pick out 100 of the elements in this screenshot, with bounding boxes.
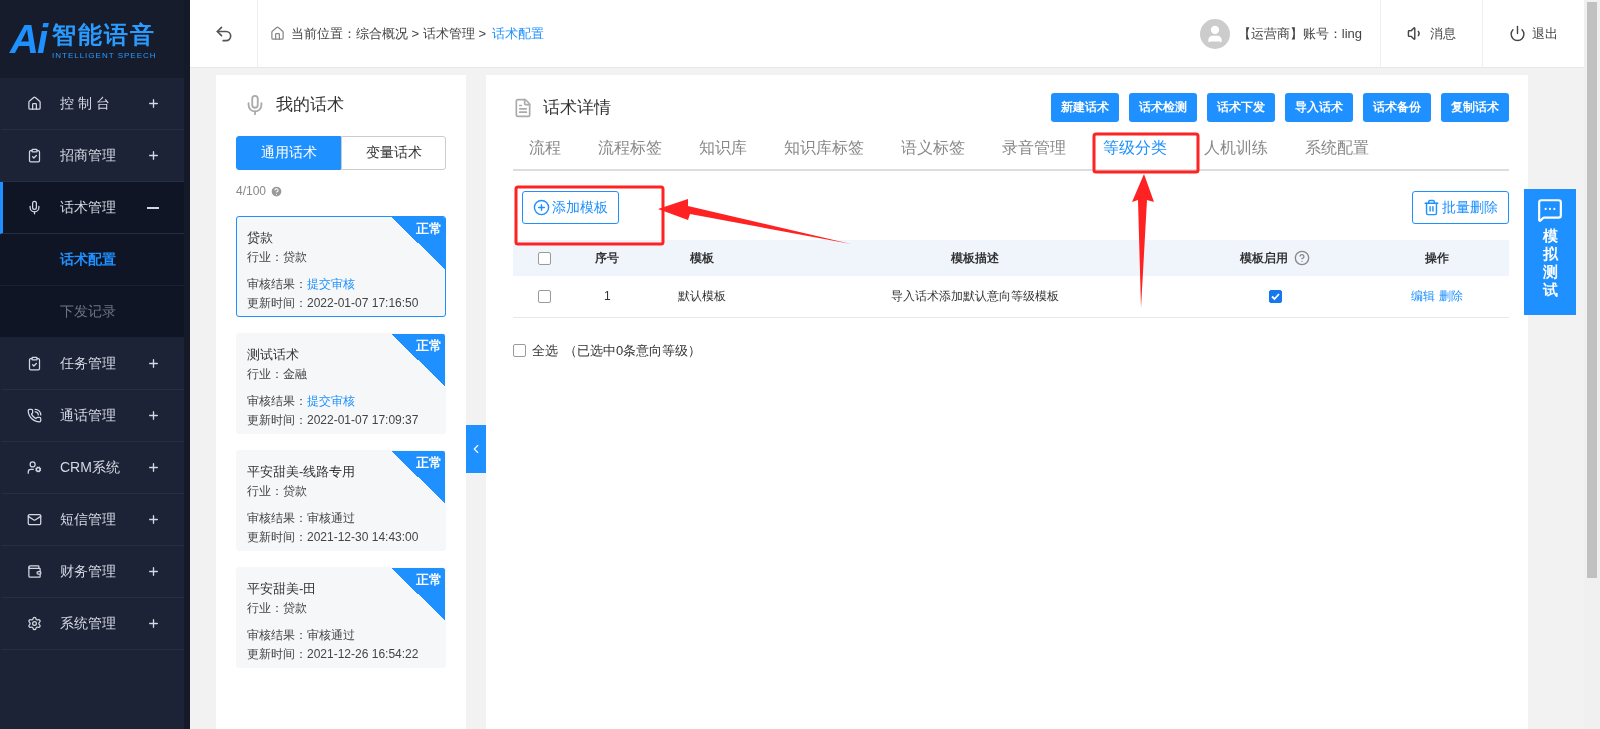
script-card[interactable]: 正常 平安甜美-田 行业：贷款 审核结果：审核通过 更新时间：2021-12-26 16:54:22: [236, 567, 446, 668]
plus-icon: [147, 97, 160, 110]
column-header: 模板描述: [763, 240, 1187, 276]
action-button[interactable]: 复制话术: [1441, 93, 1509, 122]
menu-icon: [27, 460, 42, 475]
industry-text: 行业：贷款: [247, 483, 308, 500]
tab[interactable]: 流程: [529, 132, 561, 169]
menu-icon: [27, 356, 42, 371]
update-time: 更新时间：2022-01-07 17:09:37: [247, 412, 420, 429]
column-header: 模板: [639, 240, 764, 276]
sidebar-item[interactable]: 话术管理: [0, 182, 184, 234]
checkbox[interactable]: [537, 252, 551, 266]
power-icon: [1509, 25, 1526, 42]
script-name: 平安甜美-线路专用: [247, 463, 357, 481]
messages-button[interactable]: 消息: [1380, 0, 1482, 68]
action-button[interactable]: 导入话术: [1285, 93, 1353, 122]
review-link[interactable]: 提交审核: [307, 277, 355, 291]
status-label: 正常: [416, 220, 442, 238]
industry-text: 行业：贷款: [247, 600, 308, 617]
review-status: 审核通过: [307, 628, 355, 642]
tab[interactable]: 人机训练: [1204, 132, 1268, 169]
plus-icon: [147, 565, 160, 578]
action-button[interactable]: 话术检测: [1129, 93, 1197, 122]
selection-note: （已选中0条意向等级）: [564, 341, 702, 360]
sidebar-subitem[interactable]: 话术配置: [0, 234, 184, 286]
sidebar-label: 系统管理: [60, 614, 117, 633]
sidebar-subitem[interactable]: 下发记录: [0, 286, 184, 338]
tab[interactable]: 流程标签: [598, 132, 662, 169]
script-count: 4/100: [236, 184, 267, 198]
logo-subtitle: INTELLIGENT SPEECH: [52, 50, 157, 60]
panel-title: 我的话术: [276, 94, 344, 116]
update-time: 更新时间：2021-12-26 16:54:22: [247, 646, 420, 663]
column-header: 操作: [1364, 240, 1509, 276]
add-template-button[interactable]: 添加模板: [522, 191, 619, 224]
script-card[interactable]: 正常 平安甜美-线路专用 行业：贷款 审核结果：审核通过 更新时间：2021-12-30 14:43:00: [236, 450, 446, 551]
sidebar-label: 财务管理: [60, 562, 117, 581]
sidebar-label: 招商管理: [60, 146, 117, 165]
review-status: 审核通过: [307, 511, 355, 525]
menu-icon: [27, 564, 42, 579]
action-button[interactable]: 新建话术: [1051, 93, 1119, 122]
column-header: 序号: [575, 240, 640, 276]
script-card[interactable]: 正常 测试话术 行业：金融 审核结果：提交审核 更新时间：2022-01-07 17:09:37: [236, 333, 446, 434]
plus-icon: [147, 513, 160, 526]
collapse-handle[interactable]: [466, 425, 486, 473]
delete-link[interactable]: 删除: [1438, 288, 1463, 303]
tab[interactable]: 录音管理: [1002, 132, 1066, 169]
update-time: 更新时间：2021-12-30 14:43:00: [247, 529, 420, 546]
status-label: 正常: [416, 454, 442, 472]
review-label: 审核结果：: [247, 277, 307, 291]
menu-icon: [27, 96, 42, 111]
script-name: 平安甜美-田: [247, 580, 318, 598]
table-cell: 默认模板: [639, 276, 764, 317]
sidebar-label: CRM系统: [60, 458, 121, 477]
plus-icon: [147, 461, 160, 474]
batch-delete-button[interactable]: 批量删除: [1412, 191, 1509, 224]
trash-icon: [1423, 199, 1440, 216]
tab[interactable]: 等级分类: [1103, 132, 1167, 169]
plus-icon: [147, 149, 160, 162]
sidebar-label: 话术管理: [60, 198, 117, 217]
table-cell: 导入话术添加默认意向等级模板: [763, 276, 1187, 317]
document-icon: [513, 97, 533, 118]
industry-text: 行业：贷款: [247, 249, 308, 266]
segment-tab[interactable]: 通用话术: [236, 136, 341, 170]
edit-link[interactable]: 编辑: [1410, 288, 1435, 303]
plus-icon: [147, 617, 160, 630]
checkbox[interactable]: [513, 344, 526, 357]
script-card[interactable]: 正常 贷款 行业：贷款 审核结果：提交审核 更新时间：2022-01-07 17:16:50: [236, 216, 446, 317]
column-header: 模板启用: [1186, 240, 1365, 276]
breadcrumb-current: 话术配置: [492, 24, 545, 43]
review-link[interactable]: 提交审核: [307, 394, 355, 408]
logo-title: 智能语音: [52, 19, 157, 50]
review-label: 审核结果：: [247, 511, 307, 525]
action-button[interactable]: 话术备份: [1363, 93, 1431, 122]
breadcrumb: 当前位置：综合概况 > 话术管理 >: [291, 24, 487, 43]
menu-icon: [27, 148, 42, 163]
action-button[interactable]: 话术下发: [1207, 93, 1275, 122]
tab[interactable]: 语义标签: [901, 132, 965, 169]
detail-title: 话术详情: [543, 97, 611, 119]
back-icon[interactable]: [213, 23, 234, 44]
sidebar-label: 任务管理: [60, 354, 117, 373]
script-name: 贷款: [247, 229, 274, 247]
tab[interactable]: 知识库: [699, 132, 747, 169]
update-time: 更新时间：2022-01-07 17:16:50: [247, 295, 420, 312]
segment-tab[interactable]: 变量话术: [341, 136, 446, 170]
review-label: 审核结果：: [247, 628, 307, 642]
tab[interactable]: 系统配置: [1305, 132, 1369, 169]
menu-icon: [27, 200, 42, 215]
chat-icon: [1537, 197, 1563, 223]
help-icon[interactable]: [1294, 250, 1311, 266]
table-cell: 1: [575, 276, 640, 317]
plus-circle-icon: [533, 199, 550, 216]
status-label: 正常: [416, 337, 442, 355]
menu-icon: [27, 512, 42, 527]
menu-icon: [27, 616, 42, 631]
tab[interactable]: 知识库标签: [784, 132, 864, 169]
checkbox[interactable]: [1268, 290, 1282, 304]
checkbox[interactable]: [537, 290, 551, 304]
simulate-test-button[interactable]: 模拟测试: [1524, 189, 1576, 315]
sidebar-label: 通话管理: [60, 406, 117, 425]
sidebar-label: 控 制 台: [60, 94, 111, 113]
